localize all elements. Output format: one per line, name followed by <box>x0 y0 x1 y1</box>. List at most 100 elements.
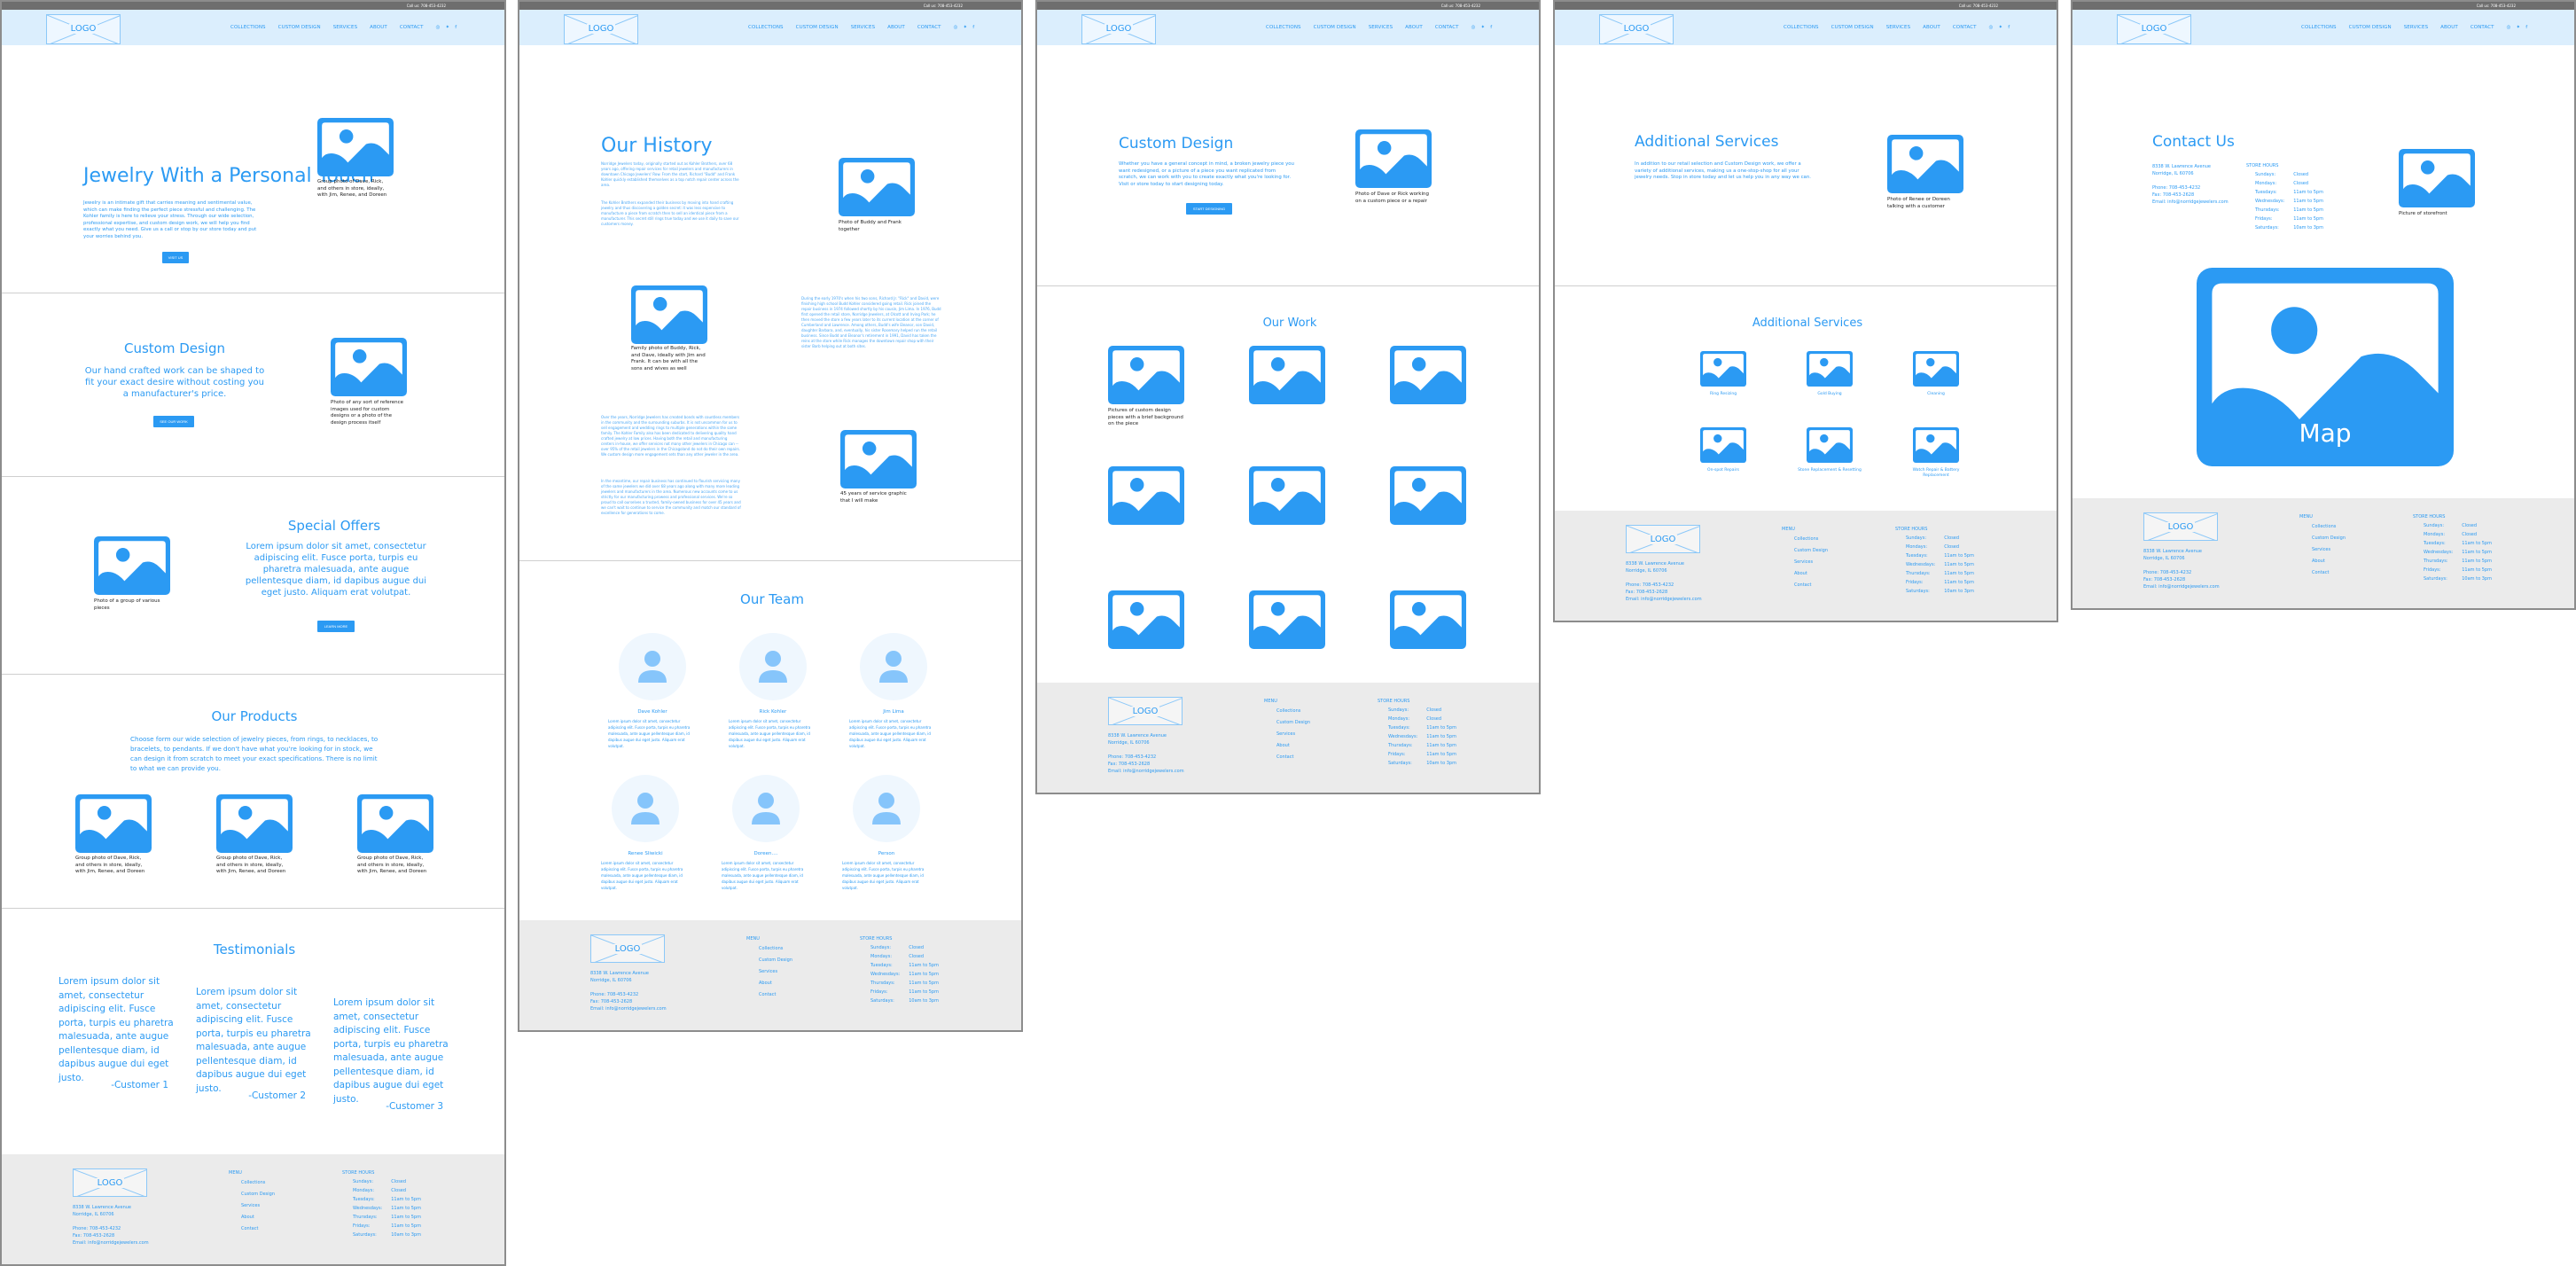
facebook-icon[interactable]: f <box>2008 25 2010 30</box>
work-image-icon[interactable] <box>1249 466 1325 525</box>
nav-contact[interactable]: CONTACT <box>1435 25 1459 30</box>
email-link[interactable]: Email: info@norridgejewelers.com <box>73 1239 149 1246</box>
nav-contact[interactable]: CONTACT <box>917 25 941 30</box>
work-image-icon[interactable] <box>1249 590 1325 649</box>
phone[interactable]: Phone: 708-453-4232 <box>73 1225 149 1232</box>
nav-collections[interactable]: COLLECTIONS <box>1266 25 1301 30</box>
footer-menu-item[interactable]: Collections <box>1276 706 1310 717</box>
nav-collections[interactable]: COLLECTIONS <box>748 25 784 30</box>
email-link[interactable]: Email: info@norridgejewelers.com <box>2152 199 2229 206</box>
nav-services[interactable]: SERVICES <box>333 25 357 30</box>
facebook-icon[interactable]: f <box>972 25 974 30</box>
instagram-icon[interactable]: ◎ <box>1989 25 1994 30</box>
footer-menu-item[interactable]: Contact <box>1276 752 1310 763</box>
work-image-icon[interactable] <box>1390 346 1466 404</box>
footer-menu-item[interactable]: About <box>1794 568 1828 580</box>
footer-menu-item[interactable]: Custom Design <box>759 955 792 966</box>
nav-collections[interactable]: COLLECTIONS <box>2301 25 2337 30</box>
facebook-icon[interactable]: f <box>2525 25 2527 30</box>
footer-menu-item[interactable]: Collections <box>241 1177 275 1189</box>
footer-menu-item[interactable]: About <box>2312 556 2346 567</box>
service-image-icon[interactable] <box>1913 427 1959 463</box>
nav-about[interactable]: ABOUT <box>887 25 905 30</box>
nav-custom-design[interactable]: CUSTOM DESIGN <box>2349 25 2392 30</box>
footer-menu-item[interactable]: Custom Design <box>241 1189 275 1200</box>
nav-services[interactable]: SERVICES <box>1369 25 1393 30</box>
footer-menu-item[interactable]: Collections <box>1794 534 1828 545</box>
work-image-icon[interactable] <box>1249 346 1325 404</box>
footer-menu-item[interactable]: Services <box>1276 729 1310 740</box>
footer-menu-item[interactable]: Custom Design <box>2312 533 2346 544</box>
work-image-icon[interactable] <box>1108 346 1184 404</box>
instagram-icon[interactable]: ◎ <box>1471 25 1476 30</box>
service-image-icon[interactable] <box>1807 351 1853 387</box>
footer-logo[interactable]: LOGO <box>590 934 665 963</box>
work-image-icon[interactable] <box>1108 466 1184 525</box>
nav-custom-design[interactable]: CUSTOM DESIGN <box>796 25 839 30</box>
nav-about[interactable]: ABOUT <box>1405 25 1423 30</box>
phone[interactable]: Phone: 708-453-4232 <box>2152 184 2229 191</box>
footer-menu-item[interactable]: About <box>241 1212 275 1223</box>
footer-menu-item[interactable]: Contact <box>759 989 792 1001</box>
footer-logo[interactable]: LOGO <box>73 1168 147 1197</box>
instagram-icon[interactable]: ◎ <box>436 25 441 30</box>
logo[interactable]: LOGO <box>1081 14 1156 44</box>
service-image-icon[interactable] <box>1913 351 1959 387</box>
nav-services[interactable]: SERVICES <box>2404 25 2428 30</box>
nav-services[interactable]: SERVICES <box>1886 25 1910 30</box>
email-link[interactable]: Email: info@norridgejewelers.com <box>590 1005 667 1012</box>
learn-more-button[interactable]: LEARN MORE <box>317 621 355 632</box>
start-designing-button[interactable]: START DESIGNING <box>1186 203 1232 215</box>
twitter-icon[interactable]: ✦ <box>2517 25 2521 30</box>
facebook-icon[interactable]: f <box>1490 25 1492 30</box>
footer-menu-item[interactable]: Contact <box>241 1223 275 1235</box>
footer-menu-item[interactable]: Services <box>2312 544 2346 556</box>
service-image-icon[interactable] <box>1700 427 1746 463</box>
nav-collections[interactable]: COLLECTIONS <box>230 25 266 30</box>
work-image-icon[interactable] <box>1390 466 1466 525</box>
phone[interactable]: Phone: 708-453-4232 <box>2143 569 2220 576</box>
email-link[interactable]: Email: info@norridgejewelers.com <box>2143 583 2220 590</box>
twitter-icon[interactable]: ✦ <box>964 25 968 30</box>
nav-about[interactable]: ABOUT <box>1923 25 1940 30</box>
instagram-icon[interactable]: ◎ <box>954 25 958 30</box>
footer-logo[interactable]: LOGO <box>2143 512 2218 541</box>
nav-custom-design[interactable]: CUSTOM DESIGN <box>1314 25 1356 30</box>
nav-custom-design[interactable]: CUSTOM DESIGN <box>1831 25 1874 30</box>
phone[interactable]: Phone: 708-453-4232 <box>1108 754 1184 761</box>
service-image-icon[interactable] <box>1807 427 1853 463</box>
footer-menu-item[interactable]: Services <box>759 966 792 978</box>
phone[interactable]: Phone: 708-453-4232 <box>590 991 667 998</box>
instagram-icon[interactable]: ◎ <box>2507 25 2511 30</box>
visit-us-button[interactable]: VISIT US <box>162 252 189 263</box>
nav-custom-design[interactable]: CUSTOM DESIGN <box>278 25 321 30</box>
nav-about[interactable]: ABOUT <box>370 25 387 30</box>
work-image-icon[interactable] <box>1390 590 1466 649</box>
footer-menu-item[interactable]: Services <box>241 1200 275 1212</box>
footer-menu-item[interactable]: About <box>1276 740 1310 752</box>
footer-logo[interactable]: LOGO <box>1626 525 1700 553</box>
nav-contact[interactable]: CONTACT <box>2471 25 2494 30</box>
footer-menu-item[interactable]: Collections <box>759 943 792 955</box>
nav-services[interactable]: SERVICES <box>851 25 875 30</box>
nav-contact[interactable]: CONTACT <box>400 25 424 30</box>
twitter-icon[interactable]: ✦ <box>1999 25 2003 30</box>
footer-logo[interactable]: LOGO <box>1108 697 1183 725</box>
logo[interactable]: LOGO <box>564 14 638 44</box>
email-link[interactable]: Email: info@norridgejewelers.com <box>1626 596 1702 603</box>
footer-menu-item[interactable]: Contact <box>1794 580 1828 591</box>
work-image-icon[interactable] <box>1108 590 1184 649</box>
twitter-icon[interactable]: ✦ <box>1481 25 1486 30</box>
footer-menu-item[interactable]: Contact <box>2312 567 2346 579</box>
footer-menu-item[interactable]: About <box>759 978 792 989</box>
logo[interactable]: LOGO <box>46 14 121 44</box>
facebook-icon[interactable]: f <box>455 25 457 30</box>
footer-menu-item[interactable]: Custom Design <box>1794 545 1828 557</box>
service-image-icon[interactable] <box>1700 351 1746 387</box>
nav-collections[interactable]: COLLECTIONS <box>1784 25 1819 30</box>
phone[interactable]: Phone: 708-453-4232 <box>1626 582 1702 589</box>
nav-about[interactable]: ABOUT <box>2440 25 2458 30</box>
nav-contact[interactable]: CONTACT <box>1953 25 1977 30</box>
footer-menu-item[interactable]: Services <box>1794 557 1828 568</box>
email-link[interactable]: Email: info@norridgejewelers.com <box>1108 768 1184 775</box>
